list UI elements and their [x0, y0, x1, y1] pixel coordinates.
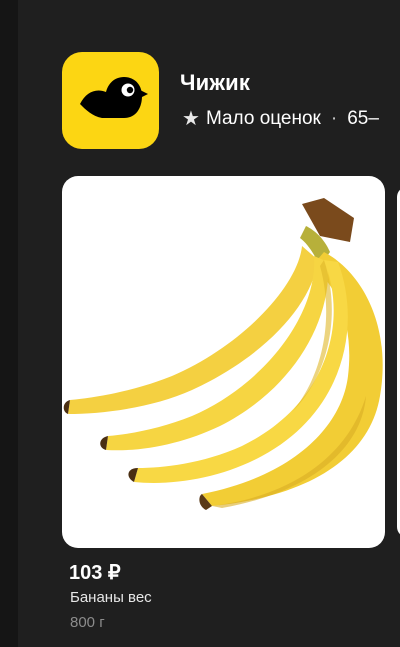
store-name[interactable]: Чижик — [180, 70, 250, 96]
product-weight: 800 г — [70, 614, 105, 631]
bananas-image — [63, 198, 383, 510]
bird-icon — [80, 77, 148, 118]
product-price: 103 ₽ — [69, 562, 121, 584]
product-card[interactable] — [62, 176, 385, 548]
meta-separator: · — [330, 107, 338, 129]
delivery-time: 65– — [347, 107, 379, 129]
store-logo[interactable] — [62, 52, 159, 149]
rating-label: Мало оценок — [205, 107, 321, 129]
store-meta: ★ Мало оценок · 65– — [182, 106, 379, 131]
product-name[interactable]: Бананы вес — [70, 589, 152, 606]
side-rail — [0, 0, 18, 647]
star-icon: ★ — [182, 108, 200, 130]
